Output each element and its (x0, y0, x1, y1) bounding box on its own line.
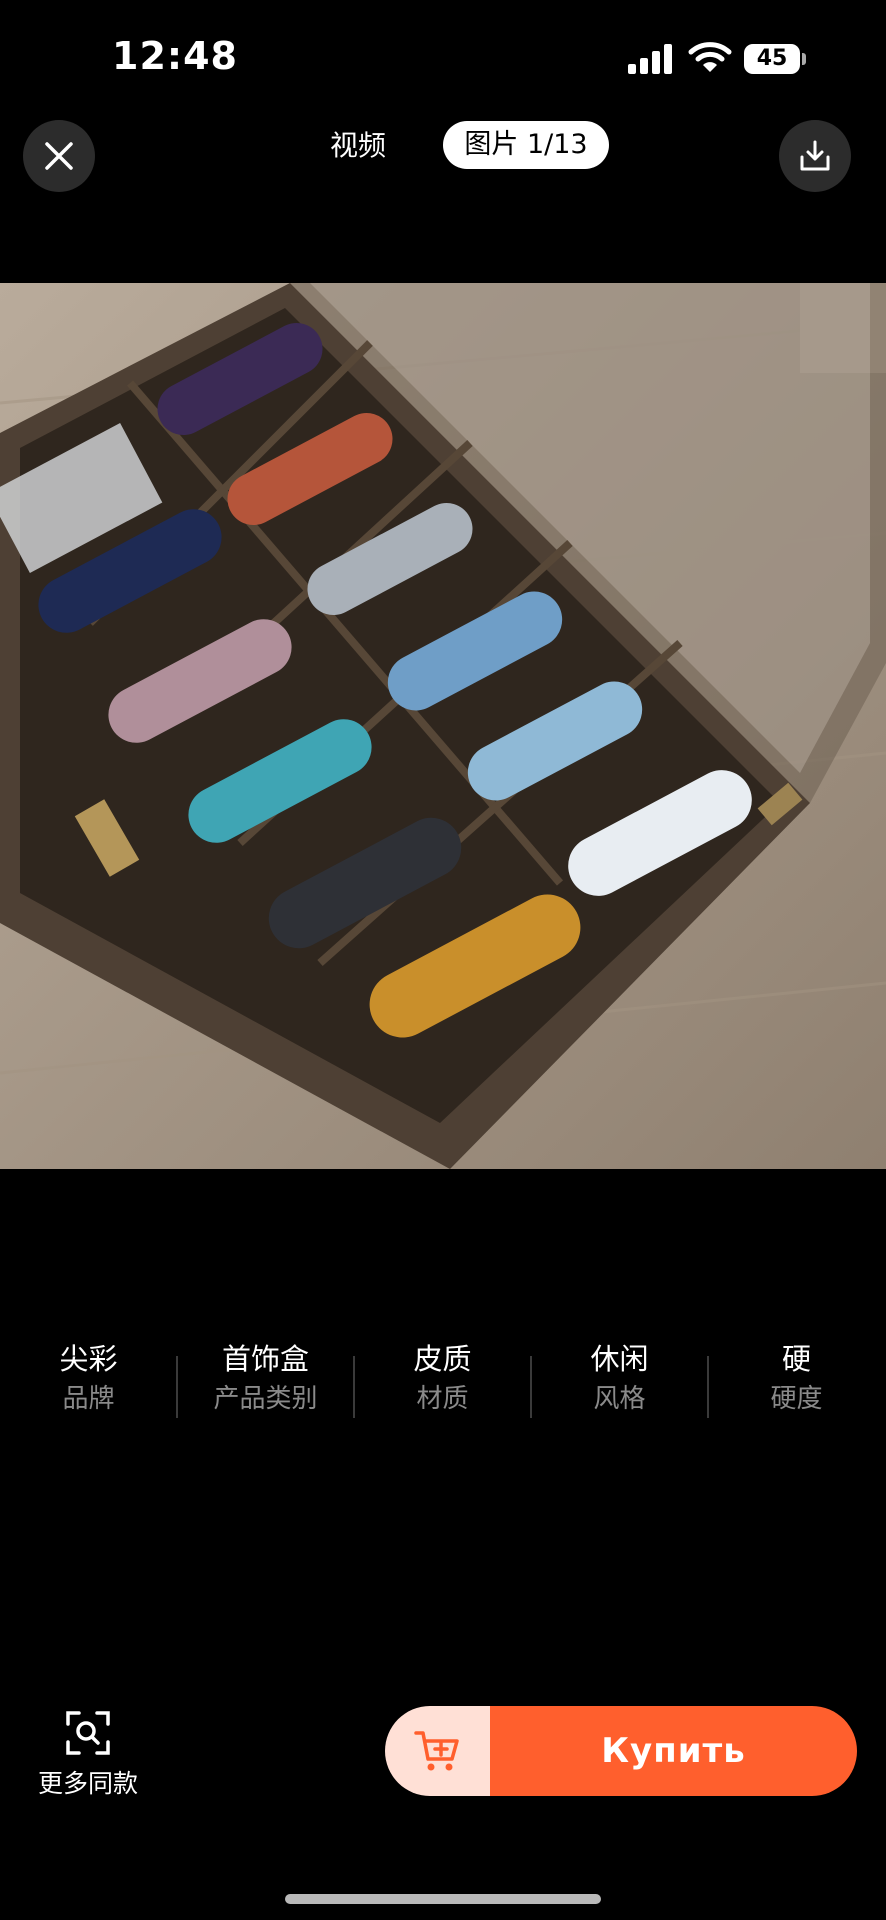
tab-photo[interactable]: 图片 1/13 (443, 121, 609, 169)
battery-icon: 45 (744, 44, 806, 74)
attribute-brand: 尖彩 品牌 (0, 1338, 177, 1418)
add-to-cart-button[interactable] (385, 1706, 490, 1796)
attribute-value: 首饰盒 (221, 1342, 309, 1376)
cart-add-icon (413, 1731, 459, 1771)
close-icon (45, 142, 73, 170)
attribute-label: 硬度 (770, 1384, 823, 1414)
battery-level: 45 (744, 44, 800, 74)
more-same-label: 更多同款 (37, 1769, 138, 1798)
attribute-category: 首饰盒 产品类别 (177, 1338, 354, 1418)
product-image[interactable] (0, 283, 886, 1169)
attribute-style: 休闲 风格 (531, 1338, 708, 1418)
attribute-label: 产品类别 (213, 1384, 318, 1414)
attribute-value: 硬 (781, 1342, 811, 1376)
purchase-group: Купить (385, 1706, 857, 1796)
attribute-label: 品牌 (62, 1384, 115, 1414)
attribute-hardness: 硬 硬度 (708, 1338, 885, 1418)
wifi-icon (688, 40, 732, 74)
attribute-value: 休闲 (590, 1342, 649, 1376)
cellular-signal-icon (628, 44, 674, 74)
tab-video[interactable]: 视频 (330, 124, 386, 164)
download-icon (800, 140, 830, 171)
product-attributes: 尖彩 品牌 首饰盒 产品类别 皮质 材质 休闲 风格 硬 硬度 (0, 1338, 886, 1428)
jewelry-box-photo (0, 283, 886, 1169)
home-indicator[interactable] (285, 1894, 601, 1904)
attribute-label: 风格 (593, 1384, 646, 1414)
buy-button[interactable]: Купить (490, 1706, 857, 1796)
more-same-button[interactable]: 更多同款 (30, 1710, 146, 1800)
attribute-value: 皮质 (413, 1342, 472, 1376)
status-time: 12:48 (112, 34, 238, 78)
attribute-label: 材质 (416, 1384, 469, 1414)
close-button[interactable] (23, 120, 95, 192)
attribute-material: 皮质 材质 (354, 1338, 531, 1418)
download-button[interactable] (779, 120, 851, 192)
image-search-icon (66, 1711, 110, 1755)
attribute-value: 尖彩 (59, 1342, 118, 1376)
